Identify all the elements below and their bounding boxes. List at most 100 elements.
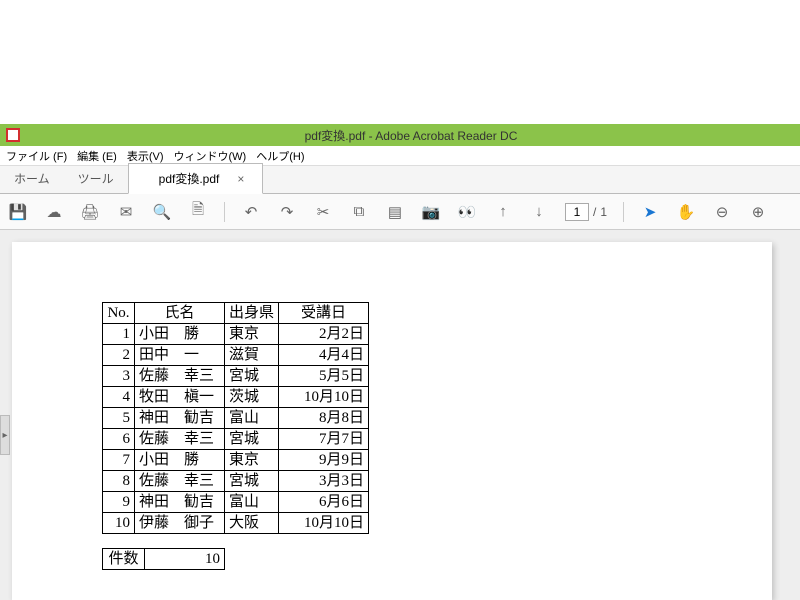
cell-name: 伊藤 御子 (135, 513, 225, 534)
cell-no: 9 (103, 492, 135, 513)
cell-date: 5月5日 (279, 366, 369, 387)
header-no: No. (103, 303, 135, 324)
toolbar-separator (224, 202, 225, 222)
menu-edit[interactable]: 編集 (E) (75, 148, 119, 164)
zoom-out-icon[interactable]: 🔍 (152, 202, 172, 222)
tab-document-label: pdf変換.pdf (159, 170, 220, 187)
cell-no: 2 (103, 345, 135, 366)
sidebar-handle[interactable]: ▸ (0, 415, 10, 455)
cell-date: 9月9日 (279, 450, 369, 471)
cell-name: 佐藤 幸三 (135, 471, 225, 492)
cell-name: 佐藤 幸三 (135, 429, 225, 450)
cell-date: 6月6日 (279, 492, 369, 513)
cell-no: 6 (103, 429, 135, 450)
tab-bar: ホーム ツール pdf変換.pdf × (0, 166, 800, 194)
cell-no: 10 (103, 513, 135, 534)
cell-no: 7 (103, 450, 135, 471)
table-row: 4牧田 槇一茨城10月10日 (103, 387, 369, 408)
cell-no: 5 (103, 408, 135, 429)
menu-help[interactable]: ヘルプ(H) (254, 148, 306, 164)
cell-pref: 宮城 (225, 366, 279, 387)
header-pref: 出身県 (225, 303, 279, 324)
pdf-app-icon (6, 128, 20, 142)
table-row: 9神田 勧吉富山6月6日 (103, 492, 369, 513)
table-header-row: No. 氏名 出身県 受講日 (103, 303, 369, 324)
cell-date: 7月7日 (279, 429, 369, 450)
zoom-check-icon[interactable]: 🗎 (188, 202, 208, 222)
page-indicator: / 1 (565, 203, 607, 221)
tab-tools[interactable]: ツール (64, 164, 128, 193)
cell-pref: 宮城 (225, 471, 279, 492)
toolbar-separator (623, 202, 624, 222)
menu-bar: ファイル (F) 編集 (E) 表示(V) ウィンドウ(W) ヘルプ(H) (0, 146, 800, 166)
page-down-icon[interactable]: ↓ (529, 202, 549, 222)
table-row: 8佐藤 幸三宮城3月3日 (103, 471, 369, 492)
blank-top-region (0, 0, 800, 124)
cell-name: 神田 勧吉 (135, 492, 225, 513)
table-row: 2田中 一滋賀4月4日 (103, 345, 369, 366)
cell-pref: 富山 (225, 492, 279, 513)
document-area: ▸ No. 氏名 出身県 受講日 1小田 勝東京2月2日2田中 一滋賀4月4日3… (0, 230, 800, 600)
cut-icon[interactable]: ✂ (313, 202, 333, 222)
cell-name: 牧田 槇一 (135, 387, 225, 408)
page-total: 1 (600, 205, 607, 219)
cell-no: 3 (103, 366, 135, 387)
table-row: 10伊藤 御子大阪10月10日 (103, 513, 369, 534)
redo-icon[interactable]: ↷ (277, 202, 297, 222)
table-row: 1小田 勝東京2月2日 (103, 324, 369, 345)
camera-icon[interactable]: 📷 (421, 202, 441, 222)
cell-date: 10月10日 (279, 387, 369, 408)
data-table: No. 氏名 出身県 受講日 1小田 勝東京2月2日2田中 一滋賀4月4日3佐藤… (102, 302, 369, 534)
cell-pref: 東京 (225, 450, 279, 471)
hand-icon[interactable]: ✋ (676, 202, 696, 222)
minus-icon[interactable]: ⊖ (712, 202, 732, 222)
table-row: 6佐藤 幸三宮城7月7日 (103, 429, 369, 450)
page-icon[interactable]: ▤ (385, 202, 405, 222)
binoculars-icon[interactable]: 👀 (457, 202, 477, 222)
count-label: 件数 (103, 549, 145, 570)
header-date: 受講日 (279, 303, 369, 324)
cell-name: 小田 勝 (135, 450, 225, 471)
plus-icon[interactable]: ⊕ (748, 202, 768, 222)
cloud-icon[interactable]: ☁ (44, 202, 64, 222)
cell-pref: 宮城 (225, 429, 279, 450)
cell-name: 神田 勧吉 (135, 408, 225, 429)
count-value: 10 (145, 549, 225, 570)
pointer-icon[interactable]: ➤ (640, 202, 660, 222)
page-current-input[interactable] (565, 203, 589, 221)
menu-view[interactable]: 表示(V) (125, 148, 166, 164)
tab-document[interactable]: pdf変換.pdf × (128, 163, 264, 194)
cell-no: 1 (103, 324, 135, 345)
table-row: 5神田 勧吉富山8月8日 (103, 408, 369, 429)
window-title: pdf変換.pdf - Adobe Acrobat Reader DC (28, 127, 794, 144)
menu-window[interactable]: ウィンドウ(W) (172, 148, 249, 164)
cell-date: 4月4日 (279, 345, 369, 366)
cell-date: 2月2日 (279, 324, 369, 345)
copy-icon[interactable]: ⧉ (349, 202, 369, 222)
undo-icon[interactable]: ↶ (241, 202, 261, 222)
mail-icon[interactable]: ✉ (116, 202, 136, 222)
save-icon[interactable]: 💾 (8, 202, 28, 222)
table-row: 7小田 勝東京9月9日 (103, 450, 369, 471)
cell-name: 田中 一 (135, 345, 225, 366)
print-icon[interactable]: 🖨 (80, 202, 100, 222)
toolbar: 💾 ☁ 🖨 ✉ 🔍 🗎 ↶ ↷ ✂ ⧉ ▤ 📷 👀 ↑ ↓ / 1 ➤ ✋ ⊖ … (0, 194, 800, 230)
cell-pref: 大阪 (225, 513, 279, 534)
cell-no: 4 (103, 387, 135, 408)
pdf-page: No. 氏名 出身県 受講日 1小田 勝東京2月2日2田中 一滋賀4月4日3佐藤… (12, 242, 772, 600)
header-name: 氏名 (135, 303, 225, 324)
cell-date: 3月3日 (279, 471, 369, 492)
tab-home[interactable]: ホーム (0, 164, 64, 193)
menu-file[interactable]: ファイル (F) (4, 148, 69, 164)
window-titlebar: pdf変換.pdf - Adobe Acrobat Reader DC (0, 124, 800, 146)
cell-date: 10月10日 (279, 513, 369, 534)
tab-close-icon[interactable]: × (237, 172, 244, 186)
cell-pref: 富山 (225, 408, 279, 429)
count-table: 件数 10 (102, 548, 225, 570)
table-row: 3佐藤 幸三宮城5月5日 (103, 366, 369, 387)
cell-name: 小田 勝 (135, 324, 225, 345)
page-up-icon[interactable]: ↑ (493, 202, 513, 222)
cell-pref: 滋賀 (225, 345, 279, 366)
cell-name: 佐藤 幸三 (135, 366, 225, 387)
cell-no: 8 (103, 471, 135, 492)
